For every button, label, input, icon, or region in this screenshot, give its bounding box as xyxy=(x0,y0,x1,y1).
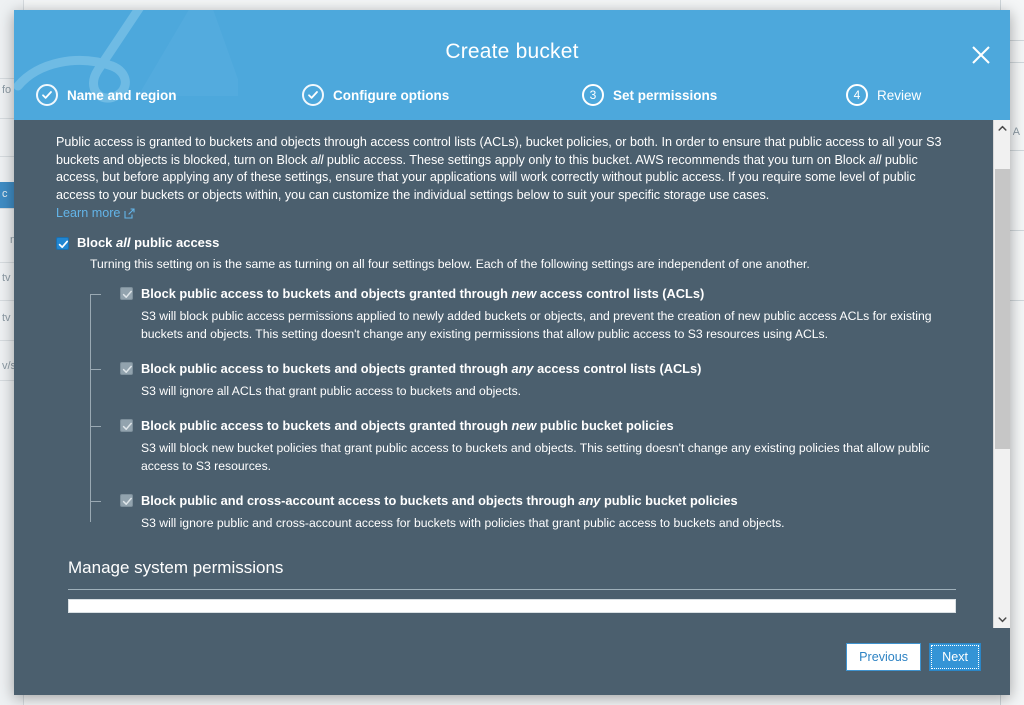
dialog-footer: Previous Next xyxy=(14,628,1010,695)
learn-more-label: Learn more xyxy=(56,206,121,221)
create-bucket-dialog: Create bucket Name and region Configure … xyxy=(14,10,1010,695)
sub-setting-block-new-acls[interactable]: Block public access to buckets and objec… xyxy=(90,286,955,343)
tree-connector xyxy=(90,426,101,428)
master-label-emphasis: all xyxy=(116,235,131,251)
scrollbar-thumb[interactable] xyxy=(995,169,1010,449)
learn-more-link[interactable]: Learn more xyxy=(56,206,135,220)
background-ghost-label: fo xyxy=(2,84,12,96)
background-ghost-label: tv xyxy=(2,272,11,284)
intro-emphasis-all-1: all xyxy=(310,152,324,167)
step-indicator: Name and region Configure options 3 Set … xyxy=(14,78,1010,112)
sub-title-part-2: access control lists (ACLs) xyxy=(533,361,702,377)
dialog-header: Create bucket Name and region Configure … xyxy=(14,10,1010,120)
tree-connector xyxy=(90,369,101,371)
scrollbar-up-button[interactable] xyxy=(994,120,1010,137)
dialog-body: Public access is granted to buckets and … xyxy=(14,120,1010,628)
intro-paragraph: Public access is granted to buckets and … xyxy=(56,134,944,204)
sub-title-part-1: Block public access to buckets and objec… xyxy=(141,286,512,302)
sub-title-emphasis: any xyxy=(511,361,534,377)
dialog-body-content: Public access is granted to buckets and … xyxy=(14,120,989,628)
next-button[interactable]: Next xyxy=(929,643,981,671)
sub-title-part-2: public bucket policies xyxy=(536,418,674,434)
previous-button[interactable]: Previous xyxy=(846,643,922,671)
step-name-and-region[interactable]: Name and region xyxy=(36,82,177,108)
background-ghost-label: A xyxy=(1012,126,1020,138)
step-review[interactable]: 4 Review xyxy=(846,82,921,108)
block-all-public-access-description: Turning this setting on is the same as t… xyxy=(90,257,810,272)
dialog-title: Create bucket xyxy=(445,40,579,63)
sub-title-emphasis: new xyxy=(511,286,537,302)
sub-title-part-2: public bucket policies xyxy=(600,493,738,509)
step-label: Review xyxy=(877,87,922,103)
manage-system-permissions-section: Manage system permissions xyxy=(68,558,956,591)
block-any-policies-description: S3 will ignore public and cross-account … xyxy=(141,516,785,531)
sub-title-part-1: Block public access to buckets and objec… xyxy=(141,418,512,434)
scrollbar-down-button[interactable] xyxy=(994,611,1010,628)
block-any-acls-label: Block public access to buckets and objec… xyxy=(141,361,701,377)
sub-title-part-1: Block public access to buckets and objec… xyxy=(141,361,512,377)
step-check-icon xyxy=(302,84,324,106)
step-label: Set permissions xyxy=(613,87,718,103)
intro-part-2: public access. These settings apply only… xyxy=(323,152,869,167)
block-all-public-access-label: Block all public access xyxy=(77,235,219,251)
block-all-public-access-row[interactable]: Block all public access xyxy=(56,235,955,251)
block-new-policies-checkbox[interactable] xyxy=(120,419,133,433)
sub-setting-block-any-policies[interactable]: Block public and cross-account access to… xyxy=(90,493,955,532)
sub-title-emphasis: new xyxy=(511,418,537,434)
dialog-scrollbar[interactable] xyxy=(993,120,1010,628)
master-label-part-2: public access xyxy=(130,235,220,251)
block-all-public-access-checkbox[interactable] xyxy=(56,237,69,251)
background-ghost-label: tv xyxy=(2,312,11,324)
close-button[interactable] xyxy=(962,36,1000,74)
tree-connector xyxy=(90,294,101,296)
chevron-up-icon xyxy=(998,125,1007,131)
block-any-acls-checkbox[interactable] xyxy=(120,362,133,376)
block-new-policies-description: S3 will block new bucket policies that g… xyxy=(141,441,930,474)
background-ghost-label: c xyxy=(2,188,8,200)
step-check-icon xyxy=(36,84,58,106)
sub-title-part-1: Block public and cross-account access to… xyxy=(141,493,579,509)
external-link-icon xyxy=(124,208,135,219)
footer-button-group: Previous Next xyxy=(846,643,981,671)
intro-emphasis-all-2: all xyxy=(868,152,882,167)
block-new-acls-label: Block public access to buckets and objec… xyxy=(141,286,704,302)
step-set-permissions[interactable]: 3 Set permissions xyxy=(582,82,717,108)
tree-connector xyxy=(90,501,101,503)
sub-setting-block-any-acls[interactable]: Block public access to buckets and objec… xyxy=(90,361,955,400)
step-label: Name and region xyxy=(67,87,177,103)
section-heading: Manage system permissions xyxy=(68,558,284,578)
block-any-acls-description: S3 will ignore all ACLs that grant publi… xyxy=(141,384,522,399)
block-new-acls-description: S3 will block public access permissions … xyxy=(141,309,932,342)
sub-setting-block-new-policies[interactable]: Block public access to buckets and objec… xyxy=(90,418,955,475)
section-divider xyxy=(68,589,956,591)
sub-title-emphasis: any xyxy=(578,493,601,509)
partially-visible-panel xyxy=(68,599,956,614)
step-configure-options[interactable]: Configure options xyxy=(302,82,449,108)
block-new-acls-checkbox[interactable] xyxy=(120,287,133,301)
block-any-policies-label: Block public and cross-account access to… xyxy=(141,493,738,509)
chevron-down-icon xyxy=(998,617,1007,623)
block-any-policies-checkbox[interactable] xyxy=(120,494,133,508)
close-icon xyxy=(972,46,990,64)
sub-settings-group: Block public access to buckets and objec… xyxy=(90,286,955,532)
step-number-badge: 3 xyxy=(582,84,604,106)
master-label-part-1: Block xyxy=(77,235,117,251)
sub-title-part-2: access control lists (ACLs) xyxy=(536,286,705,302)
block-new-policies-label: Block public access to buckets and objec… xyxy=(141,418,674,434)
step-number-badge: 4 xyxy=(846,84,868,106)
step-label: Configure options xyxy=(333,87,450,103)
